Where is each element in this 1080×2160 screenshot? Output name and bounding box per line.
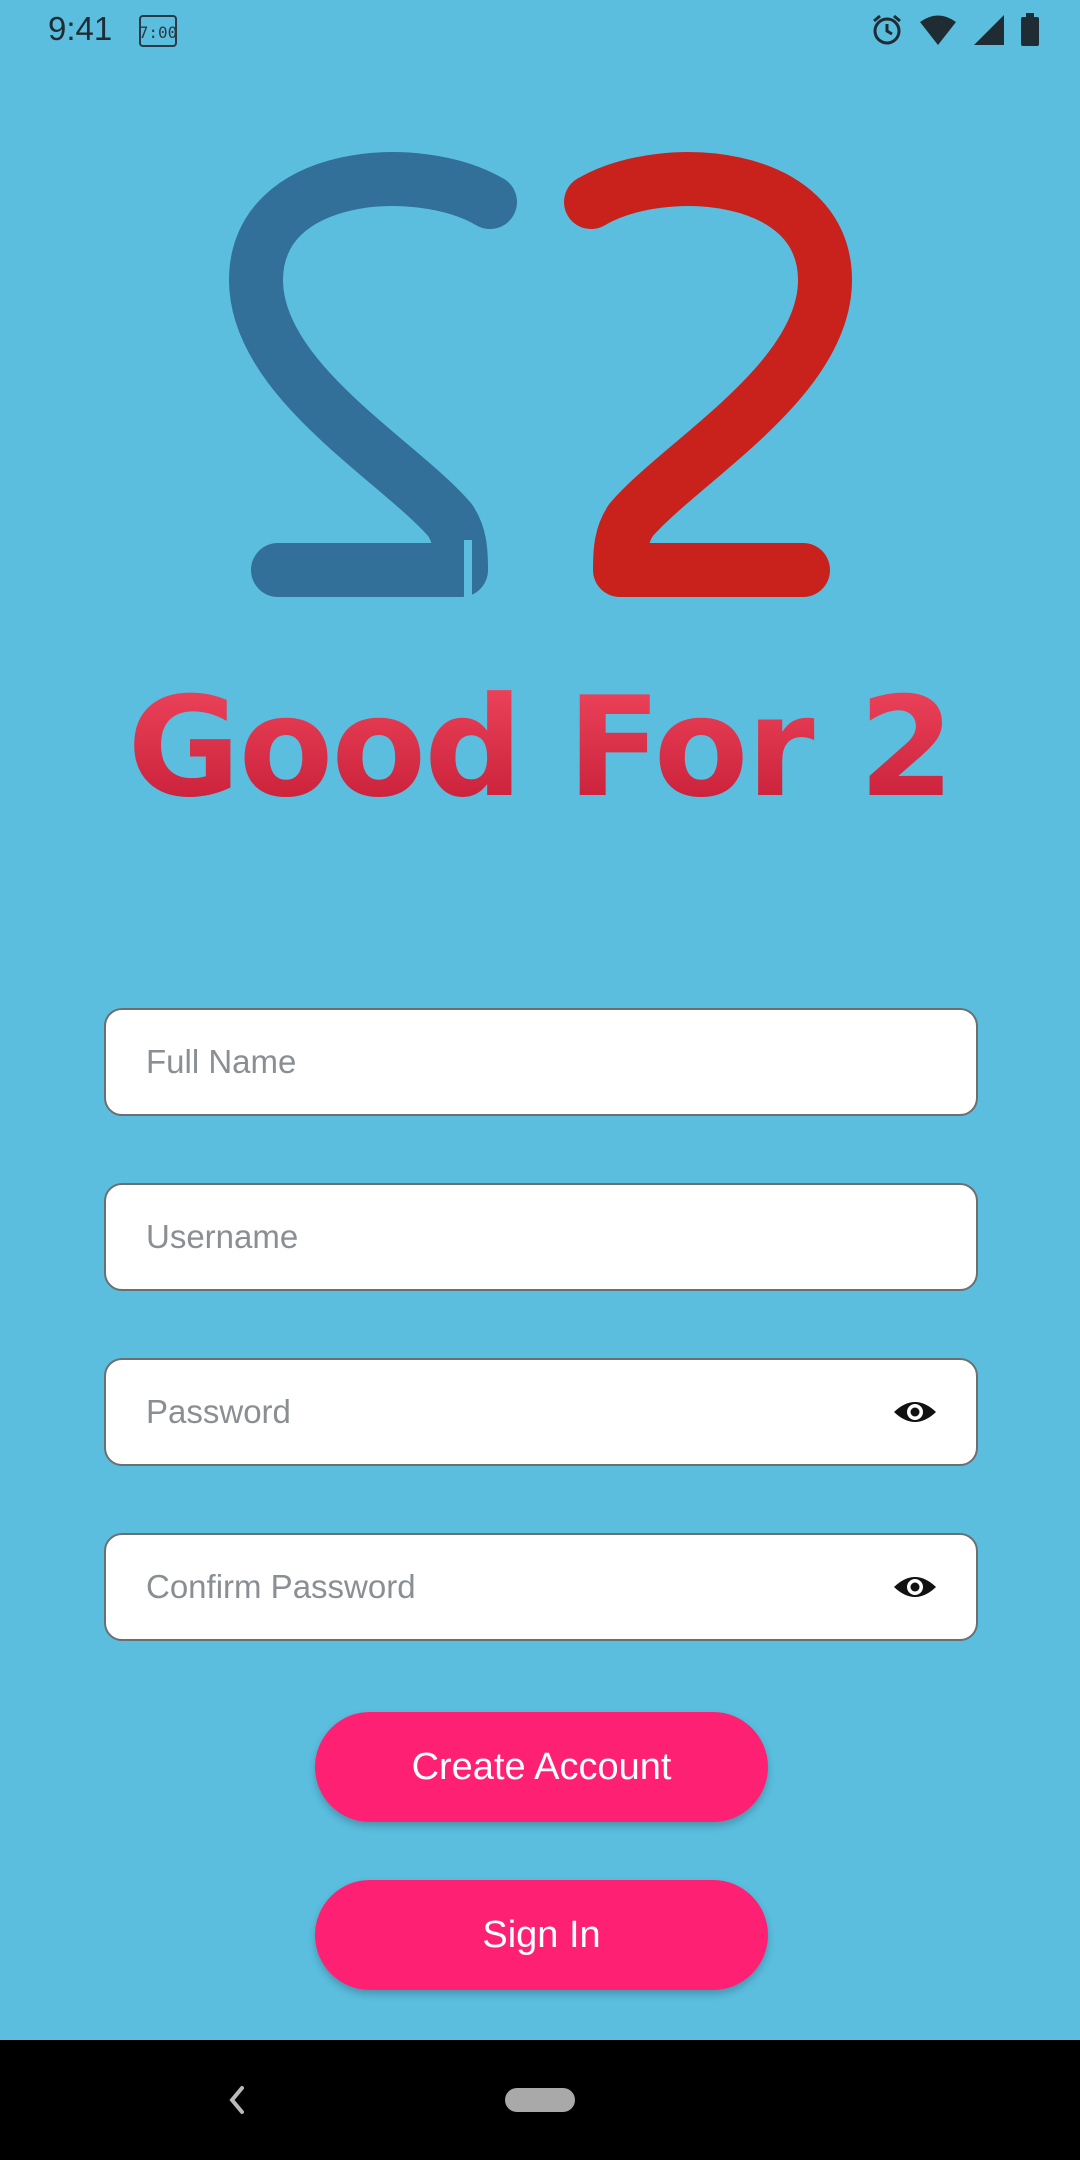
navigation-bar <box>0 2040 1080 2160</box>
notification-icon: 7:00 <box>139 15 178 47</box>
status-icons <box>870 12 1040 48</box>
confirm-password-field[interactable] <box>104 1533 978 1641</box>
status-bar: 9:41 7:00 <box>0 0 1080 60</box>
status-time: 9:41 <box>48 10 113 47</box>
wifi-icon <box>920 15 956 45</box>
back-icon[interactable] <box>222 2080 252 2120</box>
logo-left-stroke <box>229 152 517 597</box>
password-field[interactable] <box>104 1358 978 1466</box>
battery-icon <box>1021 13 1039 46</box>
sign-in-button[interactable]: Sign In <box>315 1880 768 1990</box>
username-field[interactable] <box>104 1183 978 1291</box>
home-pill-button[interactable] <box>505 2088 575 2112</box>
show-password-eye-icon[interactable] <box>892 1390 938 1434</box>
logo-right-stroke <box>564 152 852 597</box>
confirm-password-input[interactable] <box>146 1535 886 1639</box>
svg-text:7:00: 7:00 <box>139 23 178 42</box>
signup-screen: 9:41 7:00 Good For 2 Full Name Username … <box>0 0 1080 2160</box>
app-title: Good For 2 <box>0 668 1080 828</box>
show-confirm-password-eye-icon[interactable] <box>892 1565 938 1609</box>
full-name-input[interactable] <box>146 1010 886 1114</box>
alarm-icon <box>873 14 901 45</box>
create-account-button[interactable]: Create Account <box>315 1712 768 1822</box>
password-input[interactable] <box>146 1360 886 1464</box>
username-input[interactable] <box>146 1185 886 1289</box>
signal-icon <box>974 15 1004 45</box>
logo-heart-icon <box>229 152 852 600</box>
full-name-field[interactable] <box>104 1008 978 1116</box>
